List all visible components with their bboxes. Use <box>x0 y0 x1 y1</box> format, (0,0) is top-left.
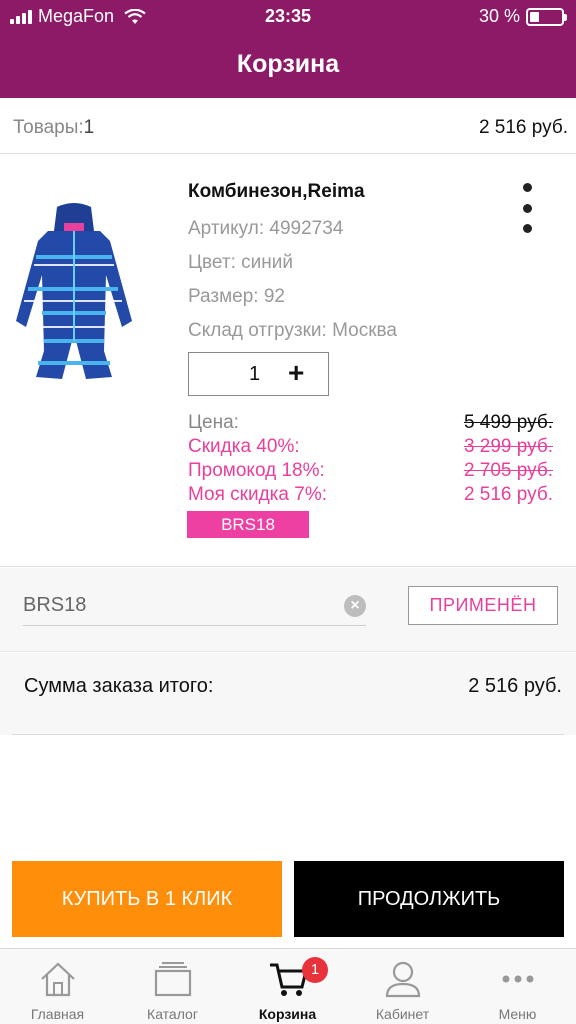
order-total-value: 2 516 руб. <box>468 675 562 697</box>
product-warehouse: Склад отгрузки: Москва <box>188 320 397 341</box>
quantity-stepper: 1 + <box>188 352 329 396</box>
tab-account-label: Кабинет <box>375 1006 430 1022</box>
continue-button[interactable]: ПРОДОЛЖИТЬ <box>294 861 564 937</box>
tab-catalog-label: Каталог <box>147 1006 198 1022</box>
battery-level <box>530 11 539 22</box>
order-total-label: Сумма заказа итого: <box>24 675 214 697</box>
promo-code-value: BRS18 <box>23 594 87 616</box>
product-color: Цвет: синий <box>188 252 293 273</box>
battery-status: 30 % <box>478 6 567 27</box>
product-name[interactable]: Комбинезон,Reima <box>188 181 365 203</box>
tab-cart[interactable]: 1 Корзина <box>230 949 345 1024</box>
tab-catalog[interactable]: Каталог <box>115 949 230 1024</box>
tab-account[interactable]: Кабинет <box>345 949 460 1024</box>
catalog-icon <box>154 962 191 997</box>
price-value: 5 499 руб. <box>463 412 553 433</box>
app-header: MegaFon 23:35 30 % Корзина <box>0 0 576 98</box>
quantity-plus-button[interactable]: + <box>288 357 304 389</box>
user-icon <box>385 961 420 998</box>
apply-promo-button[interactable]: ПРИМЕНЁН <box>408 586 558 625</box>
product-article: Артикул: 4992734 <box>188 218 344 239</box>
tab-menu-label: Меню <box>498 1006 537 1022</box>
cart-summary: Товары:1 2 516 руб. <box>0 98 576 154</box>
cart-item: Комбинезон,Reima Артикул: 4992734 Цвет: … <box>0 155 576 567</box>
my-discount-label: Моя скидка 7%: <box>188 484 328 505</box>
cart-icon <box>269 963 308 996</box>
home-icon <box>40 962 75 997</box>
promo-discount-value: 2 705 руб. <box>463 460 553 481</box>
items-count: Товары:1 <box>13 117 94 139</box>
quantity-value: 1 <box>249 363 261 385</box>
price-label: Цена: <box>188 412 239 433</box>
promo-code-badge: BRS18 <box>187 511 309 538</box>
buy-one-click-button[interactable]: КУПИТЬ В 1 КЛИК <box>12 861 282 937</box>
promo-code-section: BRS18 × ПРИМЕНЁН <box>0 568 576 652</box>
product-size: Размер: 92 <box>188 286 285 307</box>
summary-total: 2 516 руб. <box>478 117 568 138</box>
promo-code-input[interactable]: BRS18 × <box>23 588 366 626</box>
items-value: 1 <box>83 117 95 138</box>
battery-icon <box>526 7 567 26</box>
cart-count-badge: 1 <box>302 957 328 983</box>
menu-dots-icon <box>502 975 533 983</box>
discount-value: 3 299 руб. <box>463 436 553 457</box>
tab-bar: Главная Каталог 1 Корзина Кабинет Меню <box>0 948 576 1024</box>
product-image[interactable] <box>14 201 134 381</box>
my-discount-value: 2 516 руб. <box>463 484 553 505</box>
tab-menu[interactable]: Меню <box>460 949 575 1024</box>
promo-discount-label: Промокод 18%: <box>188 460 325 481</box>
discount-label: Скидка 40%: <box>188 436 300 457</box>
page-title: Корзина <box>236 50 340 78</box>
order-total: Сумма заказа итого: 2 516 руб. <box>0 653 576 735</box>
clear-icon[interactable]: × <box>344 595 366 617</box>
battery-percent: 30 % <box>478 6 520 26</box>
items-label: Товары: <box>13 117 84 138</box>
status-bar: MegaFon 23:35 30 % <box>0 0 576 34</box>
tab-home[interactable]: Главная <box>0 949 115 1024</box>
divider <box>12 734 564 735</box>
more-options-icon[interactable] <box>518 183 536 233</box>
tab-home-label: Главная <box>30 1006 85 1022</box>
tab-cart-label: Корзина <box>258 1006 317 1022</box>
